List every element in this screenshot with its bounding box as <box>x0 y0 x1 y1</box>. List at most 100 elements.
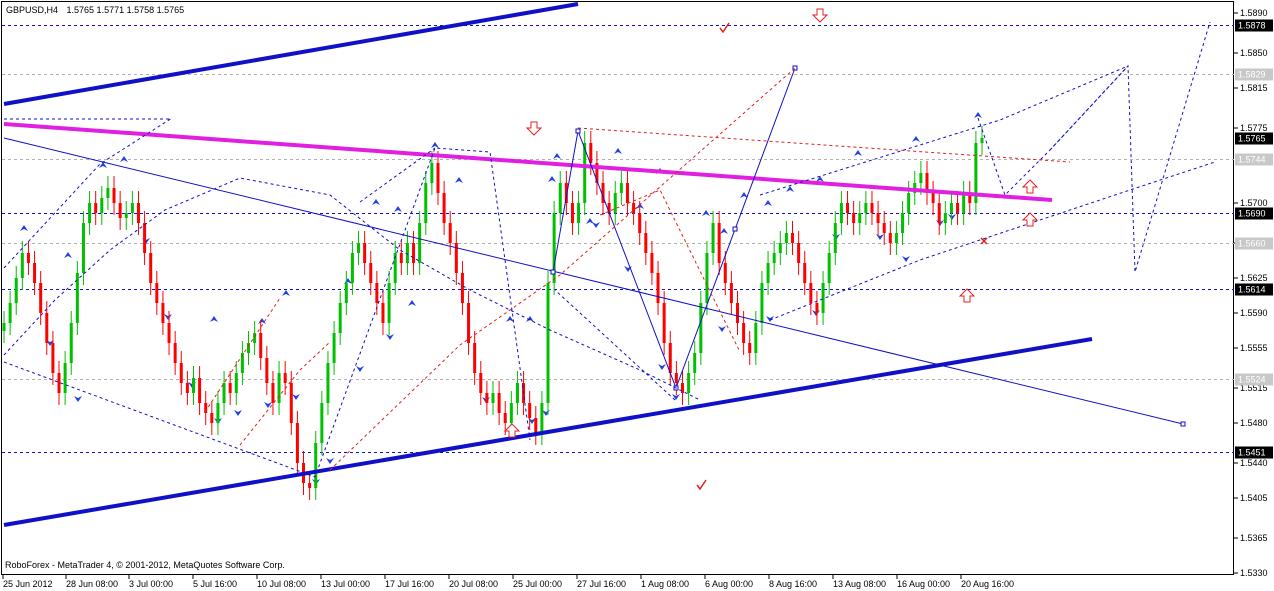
line-handle-a[interactable] <box>575 128 581 134</box>
candle-body <box>717 223 721 263</box>
candle-body <box>399 253 403 263</box>
candle-body <box>94 203 98 213</box>
x-tick-label: 1 Aug 08:00 <box>641 579 689 589</box>
candle-body <box>283 373 287 383</box>
candle-body <box>228 383 232 393</box>
price-axis[interactable]: 1.5890 1.5850 1.5815 1.5775 1.5700 1.5660 1.56… <box>1234 8 1273 591</box>
candle-body <box>222 383 226 403</box>
candle-body <box>772 253 776 263</box>
x-tick-label: 5 Jul 16:00 <box>193 579 237 589</box>
candle-body <box>613 193 617 213</box>
candle-body <box>320 403 324 443</box>
symbol-label: GBPUSD,H4 <box>6 5 58 15</box>
candle-body <box>45 313 49 343</box>
candle-body <box>185 383 189 393</box>
candle-body <box>956 203 960 213</box>
candle-body <box>326 363 330 403</box>
price-chart[interactable]: 1.5890 1.5850 1.5815 1.5775 1.5700 1.5660 1.56… <box>0 0 1274 591</box>
candle-body <box>662 303 666 343</box>
candle-body <box>846 203 850 213</box>
candle-body <box>901 213 905 233</box>
candle-body <box>173 343 177 363</box>
candle-body <box>124 213 128 218</box>
red-dashed-2 <box>204 297 281 413</box>
candle-body <box>179 363 183 383</box>
candle-body <box>754 323 758 353</box>
candle-body <box>937 203 941 223</box>
x-tick-label: 8 Aug 16:00 <box>769 579 817 589</box>
fractal-arrow-icon <box>720 228 728 234</box>
candle-body <box>14 278 18 303</box>
candle-body <box>143 223 147 253</box>
y-tick-label: 1.5850 <box>1240 48 1268 58</box>
candle-body <box>26 253 30 263</box>
candle-body <box>338 303 342 333</box>
fractal-arrow-icon <box>164 314 172 320</box>
x-tick-label: 13 Jul 00:00 <box>321 579 370 589</box>
candle-body <box>864 203 868 213</box>
y-tick-label: 1.5405 <box>1240 493 1268 503</box>
level-price-label: 1.5765 <box>1238 134 1266 144</box>
fractal-arrow-icon <box>120 156 128 162</box>
line-handle-e[interactable] <box>550 269 556 275</box>
candle-body <box>570 203 574 223</box>
fractal-arrow-icon <box>210 316 218 322</box>
candle-body <box>894 233 898 243</box>
candle-body <box>888 233 892 243</box>
candle-body <box>638 213 642 233</box>
candle-body <box>265 358 269 383</box>
fractal-arrow-icon <box>902 256 910 262</box>
fractal-markers <box>20 112 982 485</box>
up-arrow-signal-icon-2 <box>1021 212 1039 227</box>
candle-body <box>100 198 104 213</box>
fractal-arrow-icon <box>431 142 439 148</box>
level-price-label: 1.5451 <box>1238 448 1266 458</box>
candle-body <box>149 253 153 283</box>
fractal-arrow-icon <box>548 176 556 182</box>
candle-body <box>839 203 843 223</box>
candle-body <box>485 393 489 403</box>
candle-body <box>191 378 195 393</box>
candle-body <box>271 383 275 403</box>
symbol-info: GBPUSD,H4 1.5765 1.5771 1.5758 1.5765 <box>6 5 184 15</box>
candle-body <box>405 243 409 263</box>
forecast-solid-line[interactable] <box>552 67 796 390</box>
candle-body <box>736 303 739 323</box>
candle-body <box>711 223 715 253</box>
candle-body <box>962 193 966 213</box>
candle-body <box>803 263 807 283</box>
fractal-arrow-icon <box>974 112 982 118</box>
x-tick-label: 27 Jul 16:00 <box>577 579 626 589</box>
candle-body <box>784 233 788 243</box>
candle-body <box>931 193 935 203</box>
candle-body <box>63 363 67 393</box>
candle-body <box>797 243 801 263</box>
x-tick-label: 20 Jul 08:00 <box>449 579 498 589</box>
candle-body <box>8 303 12 323</box>
y-tick-label: 1.5700 <box>1240 198 1268 208</box>
candle-body <box>870 203 874 213</box>
candle-body <box>344 283 348 303</box>
y-tick-label: 1.5440 <box>1240 458 1268 468</box>
fractal-arrow-icon <box>372 199 380 205</box>
candle-body <box>332 333 336 363</box>
candle-body <box>742 323 746 343</box>
candle-body <box>33 263 37 283</box>
level-price-label: 1.5660 <box>1238 239 1266 249</box>
line-handle-d[interactable] <box>732 226 738 232</box>
candle-body <box>136 203 140 223</box>
wave-dashed-1 <box>3 117 173 269</box>
candle-body <box>198 378 202 403</box>
candle-body <box>791 233 795 243</box>
upper-channel-line[interactable] <box>3 2 579 106</box>
y-tick-label: 1.5890 <box>1240 8 1268 18</box>
trend-objects[interactable] <box>3 2 1216 527</box>
candle-body <box>907 193 911 213</box>
ohlc-values: 1.5765 1.5771 1.5758 1.5765 <box>67 5 185 15</box>
x-tick-label: 28 Jun 08:00 <box>66 579 118 589</box>
line-handle[interactable] <box>1180 421 1186 427</box>
x-tick-label: 16 Aug 00:00 <box>897 579 950 589</box>
fractal-arrow-icon <box>234 410 242 416</box>
resistance-line[interactable] <box>3 122 1053 202</box>
candle-body <box>479 373 483 393</box>
